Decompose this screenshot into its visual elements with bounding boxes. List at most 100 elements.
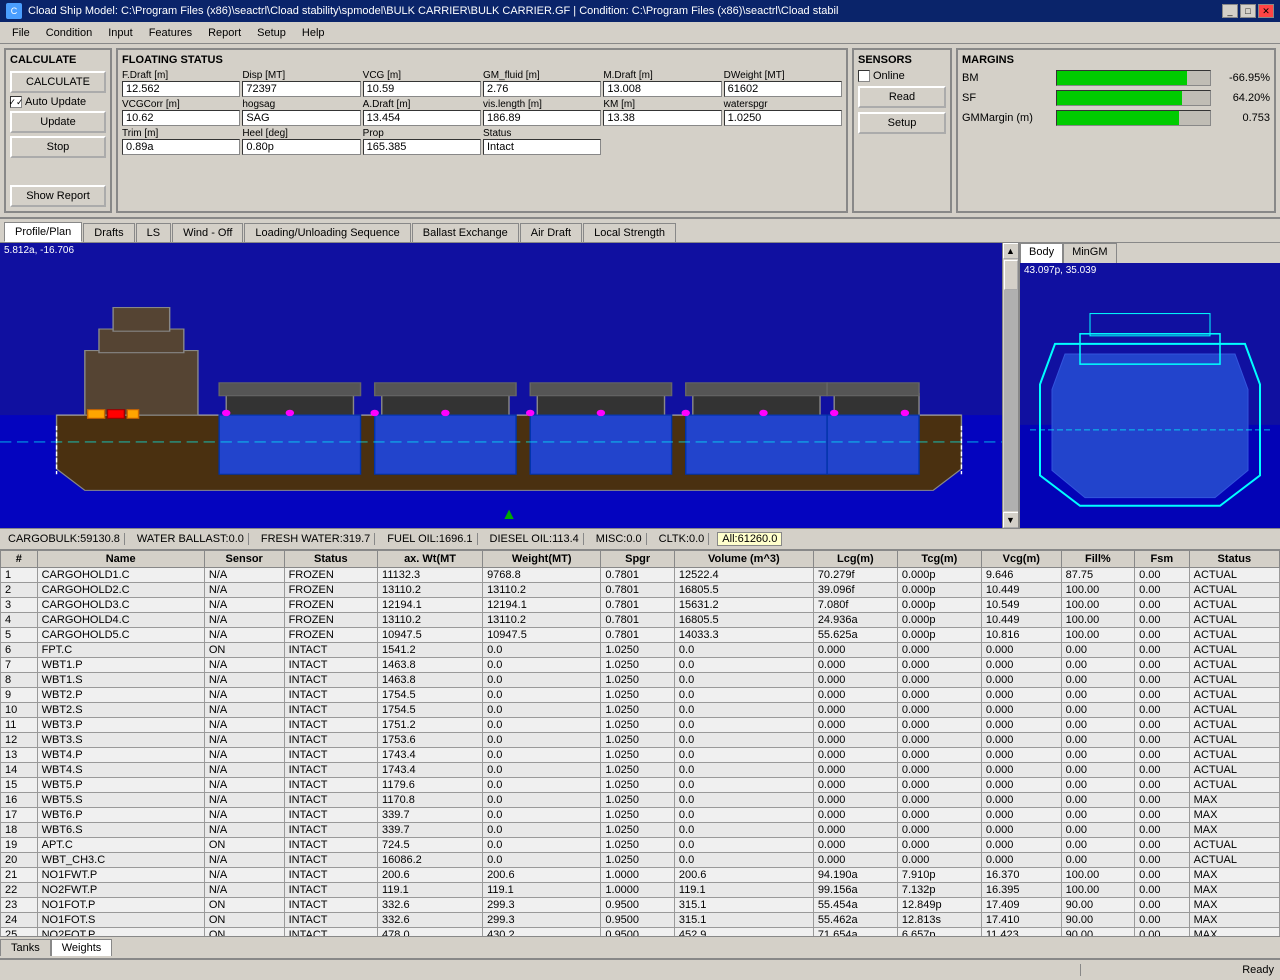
status-item: CARGOBULK:59130.8 — [4, 533, 125, 545]
table-cell: INTACT — [284, 913, 377, 928]
body-tab[interactable]: Body — [1020, 243, 1063, 263]
tab-ballast-exchange[interactable]: Ballast Exchange — [412, 223, 519, 242]
table-row[interactable]: 1CARGOHOLD1.CN/AFROZEN11132.39768.80.780… — [1, 568, 1280, 583]
menu-features[interactable]: Features — [141, 25, 200, 41]
table-row[interactable]: 10WBT2.SN/AINTACT1754.50.01.02500.00.000… — [1, 703, 1280, 718]
float-grid: F.Draft [m]12.562Disp [MT]72397VCG [m]10… — [122, 70, 842, 155]
table-row[interactable]: 16WBT5.SN/AINTACT1170.80.01.02500.00.000… — [1, 793, 1280, 808]
table-row[interactable]: 4CARGOHOLD4.CN/AFROZEN13110.213110.20.78… — [1, 613, 1280, 628]
status-item: All:61260.0 — [717, 532, 782, 546]
float-field: hogsagSAG — [242, 99, 360, 126]
bottom-tab-weights[interactable]: Weights — [51, 939, 113, 956]
table-cell: WBT2.P — [37, 688, 204, 703]
table-cell: 55.462a — [813, 913, 897, 928]
online-checkbox[interactable] — [858, 70, 870, 82]
table-row[interactable]: 6FPT.CONINTACT1541.20.01.02500.00.0000.0… — [1, 643, 1280, 658]
table-cell: 0.00 — [1135, 763, 1189, 778]
tab-air-draft[interactable]: Air Draft — [520, 223, 582, 242]
table-row[interactable]: 17WBT6.PN/AINTACT339.70.01.02500.00.0000… — [1, 808, 1280, 823]
margin-row: GMMargin (m) 0.753 — [962, 110, 1270, 126]
table-cell: N/A — [204, 598, 284, 613]
table-row[interactable]: 13WBT4.PN/AINTACT1743.40.01.02500.00.000… — [1, 748, 1280, 763]
status-item: FUEL OIL:1696.1 — [383, 533, 477, 545]
tab-ls[interactable]: LS — [136, 223, 171, 242]
table-cell: 0.00 — [1135, 673, 1189, 688]
table-row[interactable]: 5CARGOHOLD5.CN/AFROZEN10947.510947.50.78… — [1, 628, 1280, 643]
table-cell: 1.0250 — [601, 838, 675, 853]
table-cell: 0.00 — [1135, 883, 1189, 898]
tab-local-strength[interactable]: Local Strength — [583, 223, 676, 242]
table-row[interactable]: 23NO1FOT.PONINTACT332.6299.30.9500315.15… — [1, 898, 1280, 913]
table-row[interactable]: 9WBT2.PN/AINTACT1754.50.01.02500.00.0000… — [1, 688, 1280, 703]
table-row[interactable]: 2CARGOHOLD2.CN/AFROZEN13110.213110.20.78… — [1, 583, 1280, 598]
table-row[interactable]: 24NO1FOT.SONINTACT332.6299.30.9500315.15… — [1, 913, 1280, 928]
table-cell: 0.000 — [813, 823, 897, 838]
scroll-up-btn[interactable]: ▲ — [1003, 243, 1019, 259]
table-cell: ACTUAL — [1189, 673, 1279, 688]
table-row[interactable]: 20WBT_CH3.CN/AINTACT16086.20.01.02500.00… — [1, 853, 1280, 868]
menu-condition[interactable]: Condition — [38, 25, 100, 41]
table-cell: 0.000p — [897, 598, 981, 613]
table-cell: 1753.6 — [378, 733, 483, 748]
table-cell: CARGOHOLD4.C — [37, 613, 204, 628]
sensors-title: SENSORS — [858, 54, 946, 66]
tab-loading-unloading-sequence[interactable]: Loading/Unloading Sequence — [244, 223, 410, 242]
maximize-button[interactable]: □ — [1240, 4, 1256, 18]
read-button[interactable]: Read — [858, 86, 946, 108]
table-row[interactable]: 8WBT1.SN/AINTACT1463.80.01.02500.00.0000… — [1, 673, 1280, 688]
menu-file[interactable]: File — [4, 25, 38, 41]
tab-profile-plan[interactable]: Profile/Plan — [4, 222, 82, 242]
menu-report[interactable]: Report — [200, 25, 249, 41]
setup-sensor-button[interactable]: Setup — [858, 112, 946, 134]
table-row[interactable]: 18WBT6.SN/AINTACT339.70.01.02500.00.0000… — [1, 823, 1280, 838]
update-button[interactable]: Update — [10, 111, 106, 133]
minimize-button[interactable]: _ — [1222, 4, 1238, 18]
scroll-down-btn[interactable]: ▼ — [1003, 512, 1019, 528]
tab-wind---off[interactable]: Wind - Off — [172, 223, 243, 242]
table-cell: 0.00 — [1135, 598, 1189, 613]
table-row[interactable]: 14WBT4.SN/AINTACT1743.40.01.02500.00.000… — [1, 763, 1280, 778]
table-cell: 0.00 — [1061, 688, 1135, 703]
table-row[interactable]: 3CARGOHOLD3.CN/AFROZEN12194.112194.10.78… — [1, 598, 1280, 613]
table-header-cell: # — [1, 551, 38, 568]
table-cell: 0.000 — [813, 718, 897, 733]
table-cell: 724.5 — [378, 838, 483, 853]
bottom-tab-tanks[interactable]: Tanks — [0, 939, 51, 956]
table-row[interactable]: 25NO2FOT.PONINTACT478.0430.20.9500452.97… — [1, 928, 1280, 937]
table-row[interactable]: 11WBT3.PN/AINTACT1751.20.01.02500.00.000… — [1, 718, 1280, 733]
table-cell: 0.00 — [1061, 838, 1135, 853]
table-cell: 0.00 — [1135, 733, 1189, 748]
table-cell: N/A — [204, 718, 284, 733]
status-item: WATER BALLAST:0.0 — [133, 533, 249, 545]
table-cell: WBT6.P — [37, 808, 204, 823]
table-row[interactable]: 15WBT5.PN/AINTACT1179.60.01.02500.00.000… — [1, 778, 1280, 793]
table-cell: 0.000 — [897, 853, 981, 868]
stop-button[interactable]: Stop — [10, 136, 106, 158]
mingm-tab[interactable]: MinGM — [1063, 243, 1116, 263]
table-row[interactable]: 19APT.CONINTACT724.50.01.02500.00.0000.0… — [1, 838, 1280, 853]
table-content[interactable]: #NameSensorStatusax. Wt(MTWeight(MT)Spgr… — [0, 550, 1280, 936]
table-cell: 0.0 — [674, 703, 813, 718]
table-row[interactable]: 21NO1FWT.PN/AINTACT200.6200.61.0000200.6… — [1, 868, 1280, 883]
calculate-button[interactable]: CALCULATE — [10, 71, 106, 93]
menu-help[interactable]: Help — [294, 25, 333, 41]
table-row[interactable]: 22NO2FWT.PN/AINTACT119.1119.11.0000119.1… — [1, 883, 1280, 898]
ship-scrollbar[interactable]: ▲ ▼ — [1002, 243, 1018, 528]
table-row[interactable]: 7WBT1.PN/AINTACT1463.80.01.02500.00.0000… — [1, 658, 1280, 673]
menu-input[interactable]: Input — [100, 25, 140, 41]
table-row[interactable]: 12WBT3.SN/AINTACT1753.60.01.02500.00.000… — [1, 733, 1280, 748]
tab-drafts[interactable]: Drafts — [83, 223, 134, 242]
table-cell: INTACT — [284, 898, 377, 913]
menu-setup[interactable]: Setup — [249, 25, 294, 41]
table-cell: 0.000 — [897, 823, 981, 838]
auto-update-checkbox[interactable]: ✓ — [10, 96, 22, 108]
table-cell: WBT5.S — [37, 793, 204, 808]
show-report-button[interactable]: Show Report — [10, 185, 106, 207]
ship-view[interactable]: 5.812a, -16.706 — [0, 243, 1020, 528]
table-cell: 9768.8 — [483, 568, 601, 583]
table-cell: ACTUAL — [1189, 838, 1279, 853]
table-cell: WBT_CH3.C — [37, 853, 204, 868]
table-cell: 0.0 — [674, 643, 813, 658]
table-cell: MAX — [1189, 883, 1279, 898]
close-button[interactable]: ✕ — [1258, 4, 1274, 18]
